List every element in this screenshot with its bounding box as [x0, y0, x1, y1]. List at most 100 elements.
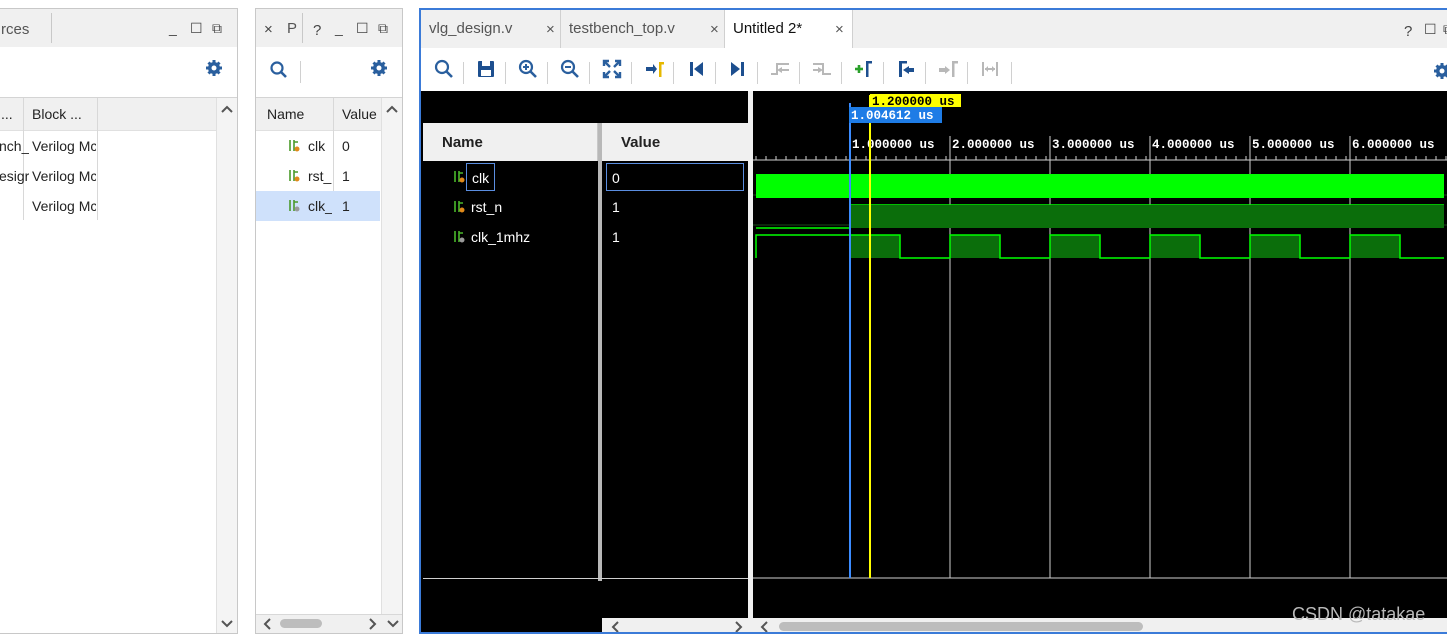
signal-row-rst-n[interactable]: rst_n 1: [423, 192, 748, 222]
name-column-header[interactable]: Name: [423, 123, 598, 161]
previous-transition-icon[interactable]: [767, 56, 793, 82]
toolbar-separator: [589, 62, 590, 84]
object-value: 1: [342, 198, 350, 214]
tab-untitled-2[interactable]: Untitled 2* ×: [725, 10, 853, 49]
help-button[interactable]: ?: [1404, 24, 1412, 40]
sources-toolbar: [0, 47, 237, 98]
signal-icon: [289, 140, 300, 152]
restore-button[interactable]: ☐: [1424, 21, 1437, 37]
signal-icon: [454, 231, 465, 243]
go-to-start-icon[interactable]: [683, 56, 709, 82]
vertical-scrollbar[interactable]: [381, 98, 402, 615]
go-to-end-icon[interactable]: [725, 56, 751, 82]
signal-name: clk: [466, 163, 496, 191]
objects-panel-header: × P ? _ ☐ ⧉: [256, 9, 402, 48]
tab-testbench-top[interactable]: testbench_top.v ×: [561, 10, 725, 48]
table-row[interactable]: Verilog Mc: [0, 191, 237, 221]
chevron-right-icon[interactable]: [368, 618, 378, 630]
zoom-fit-icon[interactable]: [599, 56, 625, 82]
tab-strip: vlg_design.v × testbench_top.v × Untitle…: [421, 10, 1447, 49]
scroll-thumb[interactable]: [280, 619, 322, 628]
table-row[interactable]: nch_ Verilog Mc: [0, 131, 237, 161]
toolbar-separator: [631, 62, 632, 84]
table-row[interactable]: esigr Verilog Mc: [0, 161, 237, 191]
objects-panel-title[interactable]: P: [287, 20, 297, 37]
time-ruler-label: 2.000000 us: [952, 138, 1035, 152]
chevron-down-icon[interactable]: [386, 619, 400, 629]
horizontal-scrollbar[interactable]: [256, 614, 402, 633]
waveform-canvas[interactable]: 1.000000 us 2.000000 us 3.000000 us 4.00000…: [753, 91, 1447, 634]
signal-value: 1: [612, 229, 620, 245]
settings-gear-icon[interactable]: [370, 59, 388, 77]
source-block: Verilog Mc: [32, 168, 96, 184]
signal-icon: [289, 170, 300, 182]
column-header-block[interactable]: Block ...: [32, 98, 82, 130]
previous-marker-icon[interactable]: [893, 56, 919, 82]
chevron-left-icon[interactable]: [759, 621, 769, 633]
minimize-button[interactable]: _: [169, 20, 177, 36]
chevron-up-icon[interactable]: [220, 104, 234, 114]
column-header-name[interactable]: ...: [1, 98, 13, 130]
chevron-left-icon[interactable]: [610, 621, 620, 633]
chevron-down-icon[interactable]: [220, 619, 234, 629]
signal-name: rst_n: [471, 199, 503, 215]
next-transition-icon[interactable]: [809, 56, 835, 82]
go-to-cursor-icon[interactable]: [641, 56, 667, 82]
signal-value: 1: [612, 199, 620, 215]
close-button[interactable]: ×: [264, 22, 273, 38]
toolbar-separator: [925, 62, 926, 84]
tab-label: testbench_top.v: [569, 20, 675, 37]
value-column-header[interactable]: Value: [602, 123, 748, 161]
cursor-time-label: 1.200000 us: [872, 95, 955, 109]
restore-button[interactable]: ☐: [356, 20, 369, 36]
time-ruler-label: 5.000000 us: [1252, 138, 1335, 152]
toolbar-separator: [300, 61, 301, 83]
scroll-thumb[interactable]: [779, 622, 1143, 631]
object-value: 0: [342, 138, 350, 154]
sources-panel-title[interactable]: rces: [1, 21, 29, 38]
toolbar-separator: [463, 62, 464, 84]
next-marker-icon[interactable]: [935, 56, 961, 82]
search-icon[interactable]: [269, 60, 289, 80]
toolbar-separator: [1011, 62, 1012, 84]
settings-gear-icon[interactable]: [205, 59, 223, 77]
signal-row-clk[interactable]: clk 0: [423, 162, 748, 192]
time-ruler-label: 4.000000 us: [1152, 138, 1235, 152]
toolbar-separator: [967, 62, 968, 84]
chevron-up-icon[interactable]: [385, 104, 399, 114]
toolbar-separator: [799, 62, 800, 84]
search-icon[interactable]: [431, 56, 457, 82]
time-ruler-label: 6.000000 us: [1352, 138, 1435, 152]
tab-close-icon[interactable]: ×: [546, 11, 555, 49]
chevron-right-icon[interactable]: [734, 621, 744, 633]
source-block: Verilog Mc: [32, 198, 96, 214]
table-row[interactable]: clk_ 1: [256, 191, 380, 221]
swap-cursors-icon[interactable]: [977, 56, 1003, 82]
tab-close-icon[interactable]: ×: [710, 11, 719, 49]
tab-label: Untitled 2*: [733, 20, 803, 37]
clk-1mhz-high-fill: [950, 235, 1000, 258]
float-button[interactable]: ⧉: [378, 20, 388, 36]
float-button[interactable]: ⧉: [1443, 21, 1447, 37]
watermark: CSDN @tatakae: [1292, 604, 1426, 624]
vertical-scrollbar[interactable]: [216, 98, 237, 633]
zoom-in-icon[interactable]: [515, 56, 541, 82]
zoom-out-icon[interactable]: [557, 56, 583, 82]
signal-row-clk-1mhz[interactable]: clk_1mhz 1: [423, 222, 748, 252]
restore-button[interactable]: ☐: [190, 20, 203, 36]
save-icon[interactable]: [473, 56, 499, 82]
objects-panel: × P ? _ ☐ ⧉ Name Value clk 0 rst_ 1 clk_…: [255, 8, 403, 634]
add-marker-icon[interactable]: [851, 56, 877, 82]
chevron-left-icon[interactable]: [262, 618, 272, 630]
tab-vlg-design[interactable]: vlg_design.v ×: [421, 10, 561, 48]
settings-gear-icon[interactable]: [1433, 62, 1447, 80]
minimize-button[interactable]: _: [335, 20, 343, 36]
float-button[interactable]: ⧉: [212, 20, 222, 36]
column-header-name[interactable]: Name: [267, 98, 304, 130]
name-pane-bottom-line: [423, 578, 748, 579]
value-pane-scrollbar[interactable]: [602, 618, 748, 633]
column-header-value[interactable]: Value: [342, 98, 377, 130]
help-button[interactable]: ?: [313, 23, 321, 39]
tab-close-icon[interactable]: ×: [835, 11, 844, 49]
signal-icon: [454, 201, 465, 213]
